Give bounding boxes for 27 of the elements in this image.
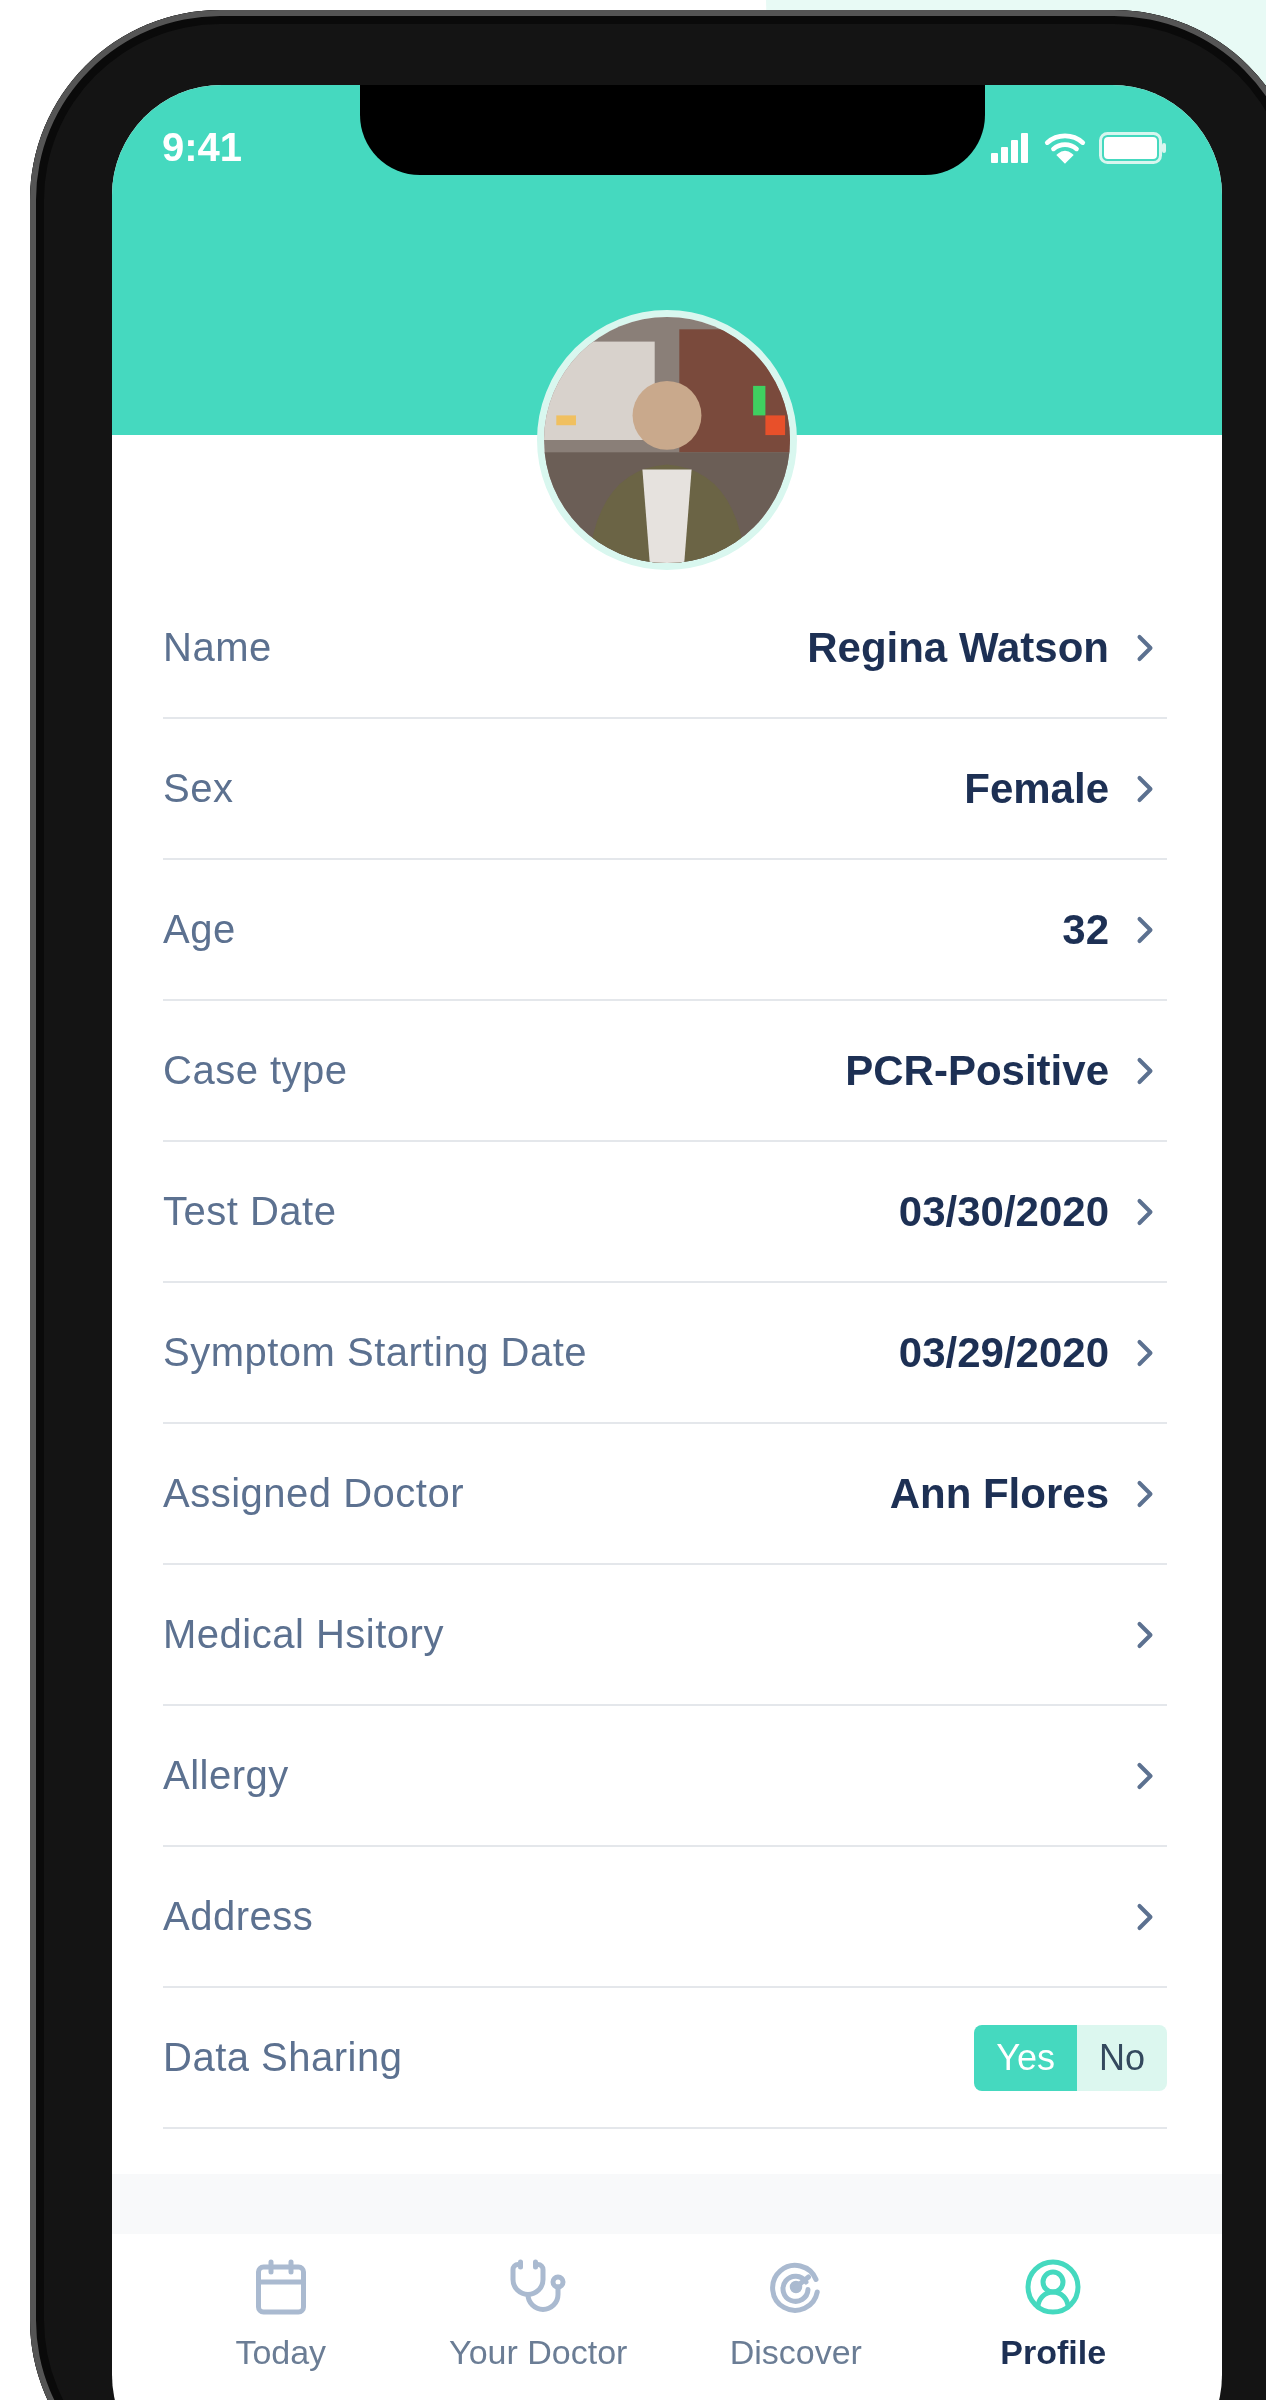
field-label: Address (163, 1894, 314, 1939)
field-value: 03/30/2020 (898, 1187, 1109, 1236)
field-value: 32 (1062, 905, 1109, 954)
battery-icon (1099, 131, 1167, 164)
field-label: Case type (163, 1048, 348, 1093)
toggle-option[interactable]: No (1076, 2024, 1167, 2091)
tab-item[interactable]: Your Doctor (409, 2256, 667, 2373)
field-label: Data Sharing (163, 2035, 403, 2080)
field-label: Name (163, 625, 272, 670)
field-label: Test Date (163, 1189, 337, 1234)
field-label: Assigned Doctor (163, 1471, 464, 1516)
field-label: Symptom Starting Date (163, 1330, 587, 1375)
tab-item[interactable]: Discover (667, 2256, 925, 2373)
status-time: 9:41 (162, 125, 243, 170)
field-value: PCR-Positive (845, 1046, 1109, 1095)
field-value: 03/29/2020 (898, 1328, 1109, 1377)
field-value: Female (964, 764, 1109, 813)
field-label: Age (163, 907, 236, 952)
wifi-icon (1043, 131, 1087, 164)
tab-item[interactable]: Today (152, 2256, 410, 2373)
field-value: Ann Flores (889, 1469, 1109, 1518)
tab-item[interactable]: Profile (924, 2256, 1182, 2373)
field-label: Sex (163, 766, 234, 811)
field-label: Medical Hsitory (163, 1612, 444, 1657)
field-label: Allergy (163, 1753, 289, 1798)
signal-icon (991, 132, 1031, 163)
field-value: Regina Watson (807, 623, 1109, 672)
